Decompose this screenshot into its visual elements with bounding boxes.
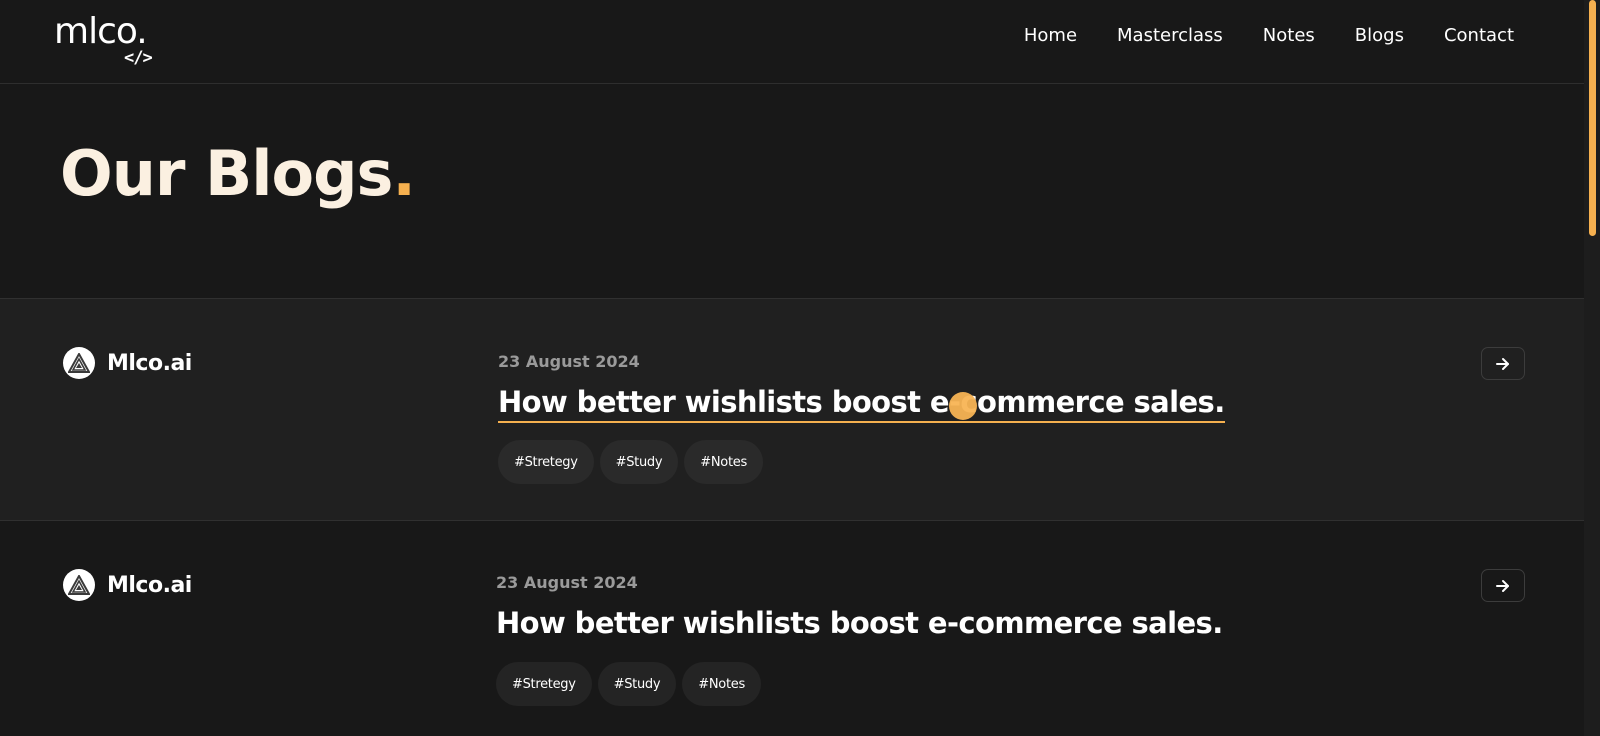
- triangle-logo-icon: [68, 575, 90, 595]
- author-avatar: [63, 569, 95, 601]
- author-name: Mlco.ai: [107, 350, 192, 376]
- tag-study[interactable]: #Study: [597, 662, 677, 706]
- blog-post-row: Mlco.ai 23 August 2024 How better wishli…: [0, 298, 1584, 520]
- page-scrollbar[interactable]: [1584, 0, 1600, 736]
- post-title-link[interactable]: How better wishlists boost e-commerce sa…: [498, 383, 1225, 423]
- tag-study[interactable]: #Study: [599, 440, 679, 484]
- post-date: 23 August 2024: [498, 352, 640, 371]
- post-tags: #Stretegy #Study #Notes: [496, 662, 767, 706]
- read-more-button[interactable]: [1481, 569, 1525, 602]
- tag-strategy[interactable]: #Stretegy: [498, 440, 594, 484]
- site-logo[interactable]: mlco. </>: [54, 11, 174, 69]
- nav-home[interactable]: Home: [1024, 24, 1077, 48]
- arrow-right-icon: [1496, 357, 1509, 370]
- blog-post-row: Mlco.ai 23 August 2024 How better wishli…: [0, 520, 1584, 736]
- logo-code-icon: </>: [124, 48, 153, 68]
- nav-notes[interactable]: Notes: [1263, 24, 1315, 48]
- page-title-dot: .: [392, 137, 416, 210]
- post-tags: #Stretegy #Study #Notes: [498, 440, 769, 484]
- post-author: Mlco.ai: [63, 347, 192, 379]
- author-avatar: [63, 347, 95, 379]
- arrow-right-icon: [1496, 579, 1509, 592]
- triangle-logo-icon: [68, 353, 90, 373]
- logo-wordmark: mlco.: [54, 11, 148, 52]
- nav-masterclass[interactable]: Masterclass: [1117, 24, 1223, 48]
- page-title: Our Blogs.: [60, 137, 416, 210]
- custom-cursor-dot: [949, 392, 977, 420]
- main-nav: Home Masterclass Notes Blogs Contact: [984, 24, 1514, 48]
- read-more-button[interactable]: [1481, 347, 1525, 380]
- site-header: mlco. </> Home Masterclass Notes Blogs C…: [0, 0, 1584, 84]
- tag-notes[interactable]: #Notes: [682, 662, 761, 706]
- post-title-link[interactable]: How better wishlists boost e-commerce sa…: [496, 604, 1223, 642]
- post-date: 23 August 2024: [496, 573, 638, 592]
- page-title-text: Our Blogs: [60, 137, 393, 210]
- nav-blogs[interactable]: Blogs: [1355, 24, 1404, 48]
- tag-strategy[interactable]: #Stretegy: [496, 662, 592, 706]
- author-name: Mlco.ai: [107, 572, 192, 598]
- nav-contact[interactable]: Contact: [1444, 24, 1514, 48]
- post-author: Mlco.ai: [63, 569, 192, 601]
- tag-notes[interactable]: #Notes: [684, 440, 763, 484]
- scrollbar-thumb[interactable]: [1589, 0, 1596, 236]
